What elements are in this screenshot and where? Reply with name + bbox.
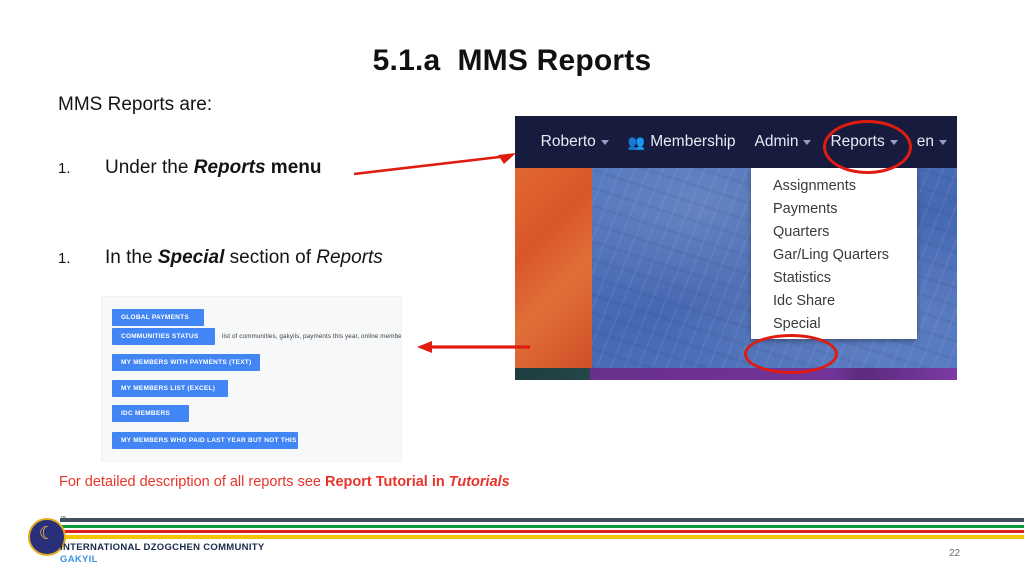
report-button-global-payments[interactable]: GLOBAL PAYMENTS bbox=[112, 309, 204, 326]
nav-item-admin[interactable]: Admin bbox=[755, 133, 812, 151]
report-button-communities-status[interactable]: COMMUNITIES STATUS bbox=[112, 328, 215, 345]
chevron-down-icon bbox=[803, 139, 812, 145]
footnote-bold-italic: Tutorials bbox=[448, 474, 510, 490]
report-button-my-members-with-payments[interactable]: MY MEMBERS WITH PAYMENTS (TEXT) bbox=[112, 354, 260, 371]
bullet-number: 1. bbox=[58, 160, 71, 177]
bullet-emphasis-special: Special bbox=[157, 247, 225, 268]
bullet-text-prefix: In the bbox=[105, 247, 158, 268]
footer-rule-bars bbox=[0, 518, 1024, 544]
nav-label: Membership bbox=[650, 133, 736, 150]
bullet-number: 1. bbox=[58, 250, 71, 267]
bullet-item-1: 1. Under the Reports menu bbox=[58, 157, 321, 179]
footnote-prefix: For detailed description of all reports … bbox=[59, 474, 325, 490]
dropdown-item-assignments[interactable]: Assignments bbox=[751, 174, 917, 197]
footer-rule-yellow bbox=[60, 535, 1024, 539]
dropdown-item-gar-ling-quarters[interactable]: Gar/Ling Quarters bbox=[751, 243, 917, 266]
footer-organization-name: INTERNATIONAL DZOGCHEN COMMUNITY bbox=[60, 542, 265, 553]
bullet-emphasis-reports: Reports bbox=[316, 247, 383, 268]
annotation-ellipse-reports bbox=[823, 120, 912, 174]
bullet-text-prefix: Under the bbox=[105, 157, 194, 178]
nav-label: Admin bbox=[754, 133, 799, 150]
people-icon: 👥 bbox=[627, 134, 646, 150]
page-title: 5.1.a MMS Reports bbox=[372, 44, 652, 77]
annotation-arrow-to-special bbox=[417, 341, 530, 353]
dropdown-item-statistics[interactable]: Statistics bbox=[751, 266, 917, 289]
dropdown-item-quarters[interactable]: Quarters bbox=[751, 220, 917, 243]
background-bottom-strip bbox=[515, 368, 957, 380]
chevron-down-icon bbox=[600, 139, 609, 145]
nav-label: Roberto bbox=[540, 133, 596, 150]
trademark-mark: ™ bbox=[60, 516, 66, 522]
reports-dropdown-menu: Assignments Payments Quarters Gar/Ling Q… bbox=[751, 168, 917, 339]
bullet-item-2: 1. In the Special section of Reports bbox=[58, 247, 383, 269]
report-description-text: list of communities, gakyils, payments t… bbox=[222, 333, 402, 340]
chevron-down-icon bbox=[939, 139, 947, 145]
nav-item-membership[interactable]: 👥 Membership bbox=[628, 133, 736, 151]
dropdown-item-idc-share[interactable]: Idc Share bbox=[751, 289, 917, 312]
report-button-idc-members[interactable]: IDC MEMBERS bbox=[112, 405, 189, 422]
annotation-arrow-to-reports bbox=[353, 153, 516, 176]
bullet-emphasis-reports: Reports bbox=[193, 157, 266, 178]
nav-item-language[interactable]: en bbox=[917, 133, 947, 151]
dropdown-item-special[interactable]: Special bbox=[751, 312, 917, 335]
special-reports-screenshot: GLOBAL PAYMENTS COMMUNITIES STATUS list … bbox=[101, 296, 402, 462]
footer-rule-green bbox=[60, 525, 1024, 528]
nav-item-roberto[interactable]: Roberto bbox=[541, 133, 609, 151]
page-number: 22 bbox=[949, 548, 961, 559]
dropdown-item-payments[interactable]: Payments bbox=[751, 197, 917, 220]
bullet-emphasis-menu: menu bbox=[265, 157, 322, 178]
footnote-bold: Report Tutorial in bbox=[324, 474, 449, 490]
footer-department-name: GAKYIL bbox=[60, 554, 98, 565]
footnote-red: For detailed description of all reports … bbox=[59, 474, 510, 490]
intro-text: MMS Reports are: bbox=[58, 94, 213, 115]
bullet-text-mid: section of bbox=[224, 247, 317, 268]
report-button-my-members-paid-last-year[interactable]: MY MEMBERS WHO PAID LAST YEAR BUT NOT TH… bbox=[112, 432, 298, 449]
footer-rule-red bbox=[60, 530, 1024, 533]
nav-label: en bbox=[916, 133, 934, 150]
report-button-my-members-list-excel[interactable]: MY MEMBERS LIST (EXCEL) bbox=[112, 380, 228, 397]
annotation-ellipse-special bbox=[744, 334, 838, 374]
footer-rule-navy bbox=[60, 518, 1024, 522]
